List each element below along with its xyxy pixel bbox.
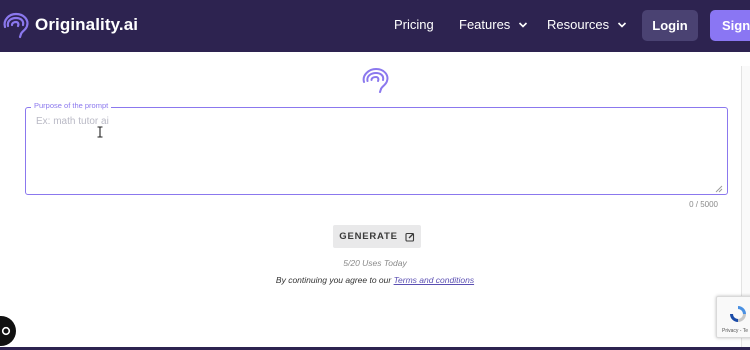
terms-link[interactable]: Terms and conditions <box>394 275 474 285</box>
generate-button[interactable]: GENERATE <box>333 225 421 248</box>
nav-features-label: Features <box>459 17 511 32</box>
chevron-down-icon <box>618 21 627 28</box>
brain-icon <box>3 12 29 39</box>
text-cursor-icon <box>97 126 103 138</box>
resize-grip-icon[interactable] <box>714 184 723 193</box>
nav-resources-label: Resources <box>547 17 610 32</box>
nav-pricing[interactable]: Pricing <box>394 17 434 32</box>
signup-button[interactable]: Sign <box>710 10 750 41</box>
usage-counter: 5/20 Uses Today <box>343 258 407 268</box>
chat-widget-button[interactable] <box>0 316 16 346</box>
edit-icon <box>405 232 414 242</box>
terms-notice-text: By continuing you agree to our <box>275 275 394 285</box>
brand-name: Originality.ai <box>35 15 139 34</box>
login-button[interactable]: Login <box>642 10 698 41</box>
recaptcha-icon <box>730 306 746 322</box>
recaptcha-links: Privacy - Te <box>722 328 749 334</box>
terms-notice: By continuing you agree to our Terms and… <box>0 275 750 285</box>
prompt-purpose-label: Purpose of the prompt <box>31 101 112 111</box>
prompt-purpose-textarea[interactable] <box>25 107 728 195</box>
brain-icon <box>362 67 389 93</box>
chat-bubble-icon <box>1 326 11 336</box>
prompt-generator-panel: Purpose of the prompt Ex: math tutor ai … <box>0 52 750 350</box>
character-counter: 0 / 5000 <box>689 200 718 209</box>
nav-pricing-label: Pricing <box>394 17 434 32</box>
generate-button-label: GENERATE <box>339 231 398 242</box>
nav-resources[interactable]: Resources <box>547 17 627 32</box>
chevron-down-icon <box>519 21 528 28</box>
recaptcha-badge[interactable]: Privacy - Te <box>716 296 750 338</box>
top-navbar: Originality.ai Pricing Features Resource… <box>0 0 750 52</box>
nav-features[interactable]: Features <box>459 17 528 32</box>
brand-logo[interactable]: Originality.ai <box>0 10 138 40</box>
